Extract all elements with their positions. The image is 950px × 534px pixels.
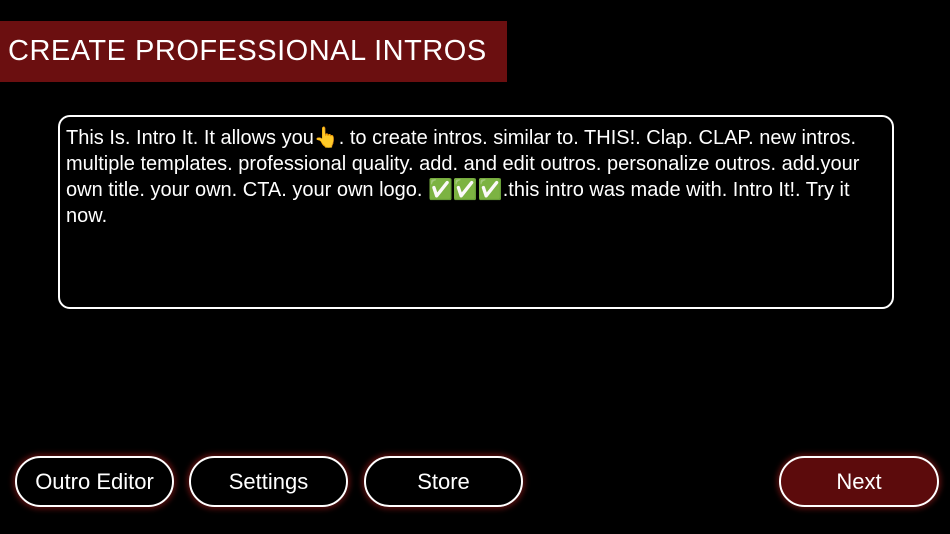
settings-button[interactable]: Settings xyxy=(189,456,348,507)
header-banner: CREATE PROFESSIONAL INTROS xyxy=(0,21,507,82)
page-title: CREATE PROFESSIONAL INTROS xyxy=(8,35,487,67)
store-button[interactable]: Store xyxy=(364,456,523,507)
intro-creator-screen: CREATE PROFESSIONAL INTROS This Is. Intr… xyxy=(0,0,950,534)
script-text-area[interactable]: This Is. Intro It. It allows you👆. to cr… xyxy=(58,115,894,309)
script-text: This Is. Intro It. It allows you👆. to cr… xyxy=(66,127,860,227)
outro-editor-button[interactable]: Outro Editor xyxy=(15,456,174,507)
next-button[interactable]: Next xyxy=(779,456,939,507)
